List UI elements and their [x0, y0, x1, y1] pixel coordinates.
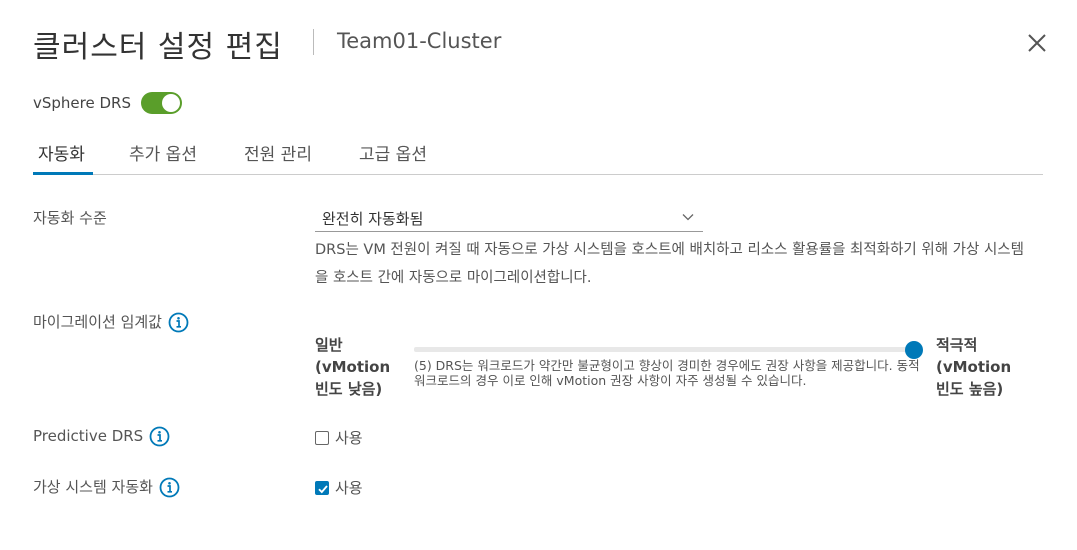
vm-automation-checkbox[interactable]	[315, 481, 329, 495]
slider-min-label: 일반 (vMotion 빈도 낮음)	[315, 334, 390, 400]
slider-max-label: 적극적 (vMotion 빈도 높음)	[936, 334, 1011, 400]
info-circle-icon[interactable]	[168, 312, 189, 333]
dialog-title: 클러스터 설정 편집	[33, 30, 283, 65]
slider-min-label-line: 빈도 낮음)	[315, 380, 383, 398]
migration-threshold-slider[interactable]	[414, 347, 914, 352]
slider-max-label-line: 빈도 높음)	[936, 380, 1004, 398]
vm-automation-row: 가상 시스템 자동화	[33, 476, 180, 498]
slider-max-label-line: (vMotion	[936, 358, 1012, 376]
automation-level-label: 자동화 수준	[33, 209, 107, 227]
migration-threshold-description: (5) DRS는 워크로드가 약간만 불균형이고 향상이 경미한 경우에도 권장…	[414, 358, 920, 388]
toggle-knob	[162, 94, 180, 112]
tab-power-management[interactable]: 전원 관리	[244, 140, 312, 175]
predictive-drs-checkbox[interactable]	[315, 431, 329, 445]
vm-automation-checkbox-label[interactable]: 사용	[335, 479, 363, 497]
slider-min-label-line: 일반	[315, 336, 343, 354]
check-icon	[318, 485, 328, 494]
info-circle-icon[interactable]	[149, 426, 170, 447]
tab-additional-options[interactable]: 추가 옵션	[129, 140, 197, 175]
close-button[interactable]	[1024, 30, 1050, 56]
predictive-drs-checkbox-label[interactable]: 사용	[335, 429, 363, 447]
drs-label: vSphere DRS	[33, 94, 131, 112]
title-divider	[313, 29, 314, 55]
close-icon	[1028, 34, 1046, 52]
predictive-drs-row: Predictive DRS	[33, 426, 170, 447]
vm-automation-option: 사용	[315, 477, 363, 498]
predictive-drs-label: Predictive DRS	[33, 427, 144, 445]
drs-toggle[interactable]	[141, 92, 182, 114]
slider-min-label-line: (vMotion	[315, 358, 391, 376]
tab-advanced-options[interactable]: 고급 옵션	[359, 140, 427, 175]
predictive-drs-option: 사용	[315, 427, 363, 448]
automation-level-select[interactable]: 완전히 자동화됨	[315, 204, 703, 232]
info-circle-icon[interactable]	[159, 477, 180, 498]
tab-automation[interactable]: 자동화	[33, 140, 93, 175]
migration-threshold-label: 마이그레이션 임계값	[33, 313, 162, 331]
slider-thumb[interactable]	[905, 341, 923, 359]
tab-bar: 자동화 추가 옵션 전원 관리 고급 옵션	[33, 140, 1043, 175]
vm-automation-label: 가상 시스템 자동화	[33, 478, 153, 496]
automation-description: DRS는 VM 전원이 켜질 때 자동으로 가상 시스템을 호스트에 배치하고 …	[315, 242, 1024, 286]
chevron-down-icon	[682, 214, 694, 221]
dialog-subtitle: Team01-Cluster	[337, 29, 502, 53]
migration-threshold-row: 마이그레이션 임계값	[33, 311, 189, 333]
slider-max-label-line: 적극적	[936, 336, 978, 354]
automation-level-value: 완전히 자동화됨	[322, 210, 424, 228]
